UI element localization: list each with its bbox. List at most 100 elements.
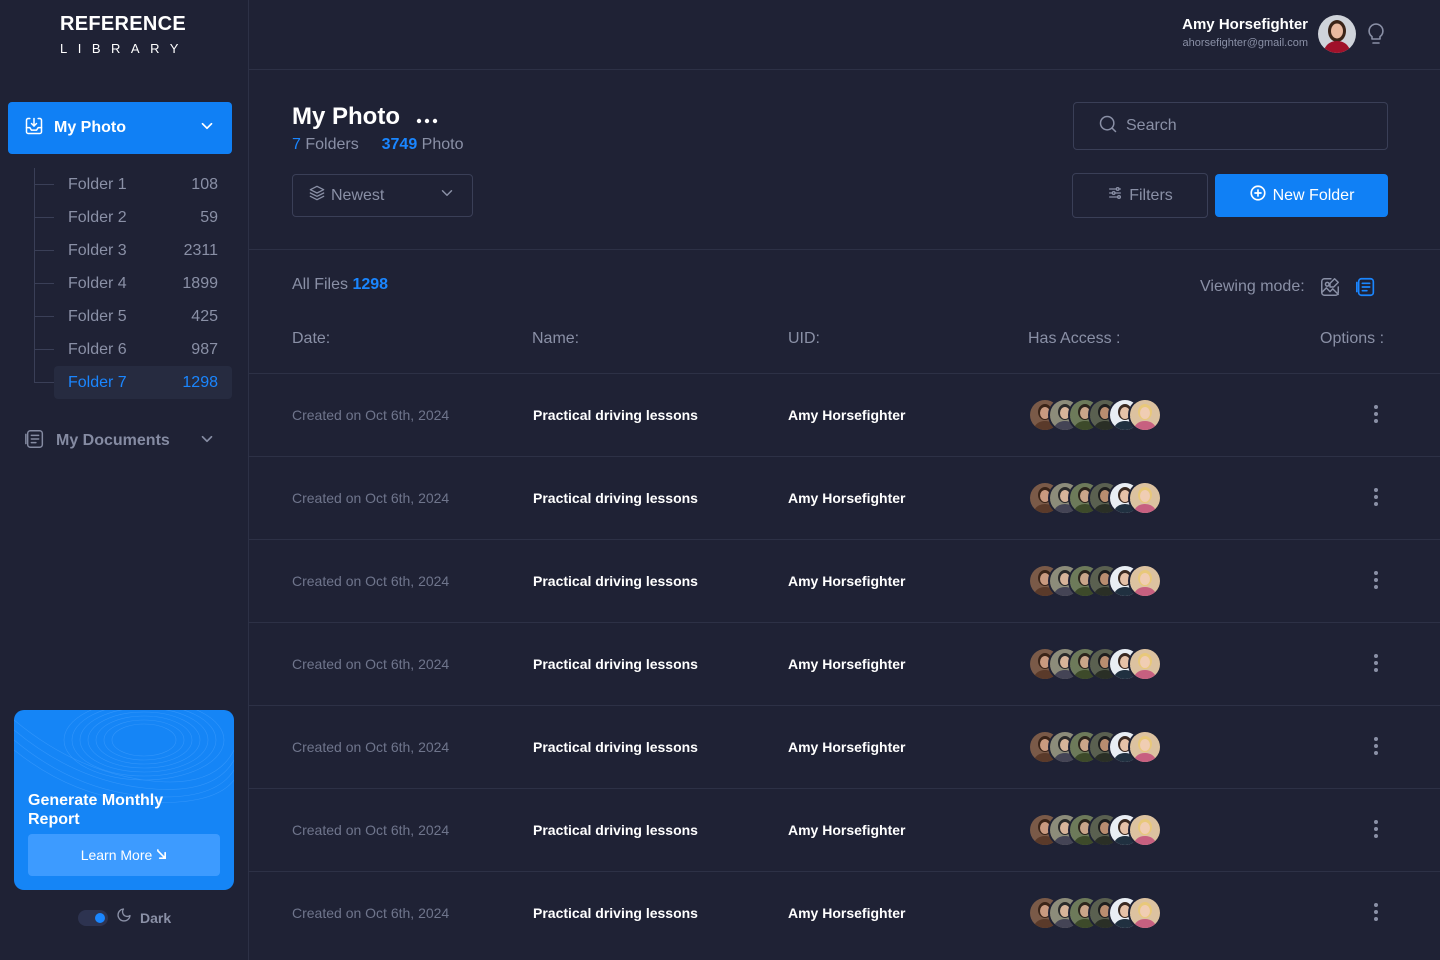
column-options: Options : (1320, 330, 1385, 347)
access-avatar (1128, 896, 1162, 930)
access-avatars[interactable] (1028, 647, 1168, 681)
filters-button[interactable]: Filters (1072, 173, 1208, 218)
access-avatars[interactable] (1028, 481, 1168, 515)
folder-name: Folder 5 (68, 307, 127, 325)
access-avatars[interactable] (1028, 896, 1168, 930)
search-input[interactable] (1126, 117, 1346, 135)
row-name[interactable]: Practical driving lessons (533, 490, 698, 506)
avatar[interactable] (1318, 15, 1356, 53)
access-avatar (1128, 398, 1162, 432)
access-avatars[interactable] (1028, 813, 1168, 847)
chevron-down-icon (198, 117, 216, 140)
page-title-text: My Photo (292, 103, 400, 130)
row-name[interactable]: Practical driving lessons (533, 573, 698, 589)
folder-item-1[interactable]: Folder 1 108 (34, 168, 232, 201)
folder-item-2[interactable]: Folder 2 59 (34, 201, 232, 234)
row-uid: Amy Horsefighter (788, 490, 906, 506)
access-avatars[interactable] (1028, 730, 1168, 764)
access-avatars[interactable] (1028, 564, 1168, 598)
folder-item-5[interactable]: Folder 5 425 (34, 300, 232, 333)
new-folder-button[interactable]: New Folder (1215, 174, 1388, 217)
access-avatar (1128, 481, 1162, 515)
learn-more-button[interactable]: Learn More (28, 834, 220, 876)
more-horizontal-icon[interactable] (416, 103, 438, 131)
column-name[interactable]: Name: (532, 330, 579, 348)
folder-name: Folder 3 (68, 241, 127, 259)
brand-logo[interactable]: REFERENCE LIBRARY (60, 13, 200, 56)
viewing-mode: Viewing mode: (1200, 276, 1377, 298)
row-name[interactable]: Practical driving lessons (533, 905, 698, 921)
nav-my-documents[interactable]: My Documents (8, 420, 232, 462)
all-files-count: 1298 (352, 276, 389, 293)
more-vertical-icon[interactable] (1362, 649, 1390, 677)
photo-label: Photo (421, 136, 464, 153)
more-vertical-icon[interactable] (1362, 898, 1390, 926)
row-name[interactable]: Practical driving lessons (533, 822, 698, 838)
plus-circle-icon (1249, 184, 1267, 207)
row-date: Created on Oct 6th, 2024 (292, 739, 450, 755)
brand-line2: LIBRARY (60, 41, 189, 56)
table-row[interactable]: Created on Oct 6th, 2024 Practical drivin… (249, 622, 1440, 705)
table-row[interactable]: Created on Oct 6th, 2024 Practical drivin… (249, 373, 1440, 456)
lightbulb-icon[interactable] (1366, 22, 1386, 51)
row-date: Created on Oct 6th, 2024 (292, 822, 450, 838)
more-vertical-icon[interactable] (1362, 566, 1390, 594)
nav-my-photo[interactable]: My Photo (8, 102, 232, 154)
photo-count: 3749 (381, 136, 418, 153)
viewing-mode-label: Viewing mode: (1200, 278, 1305, 295)
image-edit-icon[interactable] (1319, 276, 1341, 298)
nav-my-photo-label: My Photo (54, 119, 126, 136)
dark-mode-toggle[interactable] (78, 909, 108, 926)
folder-count: 59 (200, 208, 218, 226)
folder-name: Folder 6 (68, 340, 127, 358)
list-view-icon[interactable] (1355, 276, 1377, 298)
more-vertical-icon[interactable] (1362, 400, 1390, 428)
column-uid[interactable]: UID: (788, 330, 820, 348)
more-vertical-icon[interactable] (1362, 815, 1390, 843)
arrow-down-right-icon (156, 847, 167, 863)
theme-switch: Dark (78, 907, 171, 928)
table-row[interactable]: Created on Oct 6th, 2024 Practical drivin… (249, 871, 1440, 954)
folder-item-3[interactable]: Folder 3 2311 (34, 234, 232, 267)
document-icon (24, 428, 46, 455)
table-row[interactable]: Created on Oct 6th, 2024 Practical drivin… (249, 788, 1440, 871)
row-name[interactable]: Practical driving lessons (533, 407, 698, 423)
sort-select[interactable]: Newest (292, 174, 473, 217)
folder-list: Folder 1 108 Folder 2 59 Folder 3 2311 Fold… (34, 168, 232, 399)
all-files-label: All Files (292, 276, 349, 293)
folder-name: Folder 2 (68, 208, 127, 226)
table-row[interactable]: Created on Oct 6th, 2024 Practical drivin… (249, 539, 1440, 622)
more-vertical-icon[interactable] (1362, 732, 1390, 760)
row-date: Created on Oct 6th, 2024 (292, 490, 450, 506)
folder-item-6[interactable]: Folder 6 987 (34, 333, 232, 366)
sliders-icon (1107, 185, 1123, 206)
page-counts: 7 Folders 3749 Photo (292, 136, 463, 154)
sidebar: REFERENCE LIBRARY My Photo Folder 1 108 F… (0, 0, 249, 960)
more-vertical-icon[interactable] (1362, 483, 1390, 511)
folders-label: Folders (305, 136, 359, 153)
download-box-icon (24, 116, 44, 141)
row-uid: Amy Horsefighter (788, 905, 906, 921)
table-row[interactable]: Created on Oct 6th, 2024 Practical drivin… (249, 705, 1440, 788)
search-icon (1098, 114, 1118, 139)
folder-count: 1298 (182, 373, 218, 391)
user-name: Amy Horsefighter (1182, 16, 1308, 33)
user-info[interactable]: Amy Horsefighter ahorsefighter@gmail.com (1182, 16, 1308, 49)
chevron-down-icon (438, 184, 456, 207)
new-folder-label: New Folder (1272, 186, 1355, 204)
folder-item-4[interactable]: Folder 4 1899 (34, 267, 232, 300)
folder-item-7[interactable]: Folder 7 1298 (34, 366, 232, 399)
row-name[interactable]: Practical driving lessons (533, 656, 698, 672)
row-date: Created on Oct 6th, 2024 (292, 905, 450, 921)
folder-count: 108 (191, 175, 218, 193)
promo-card: Generate Monthly Report Learn More (14, 710, 234, 890)
promo-title: Generate Monthly Report (28, 792, 164, 828)
page-header: My Photo 7 Folders 3749 Photo Newest Fil… (249, 70, 1440, 250)
column-date[interactable]: Date: (292, 330, 330, 348)
row-name[interactable]: Practical driving lessons (533, 739, 698, 755)
folder-name: Folder 7 (68, 373, 127, 391)
access-avatars[interactable] (1028, 398, 1168, 432)
table-row[interactable]: Created on Oct 6th, 2024 Practical drivin… (249, 456, 1440, 539)
folder-count: 987 (191, 340, 218, 358)
column-access[interactable]: Has Access : (1028, 330, 1120, 348)
